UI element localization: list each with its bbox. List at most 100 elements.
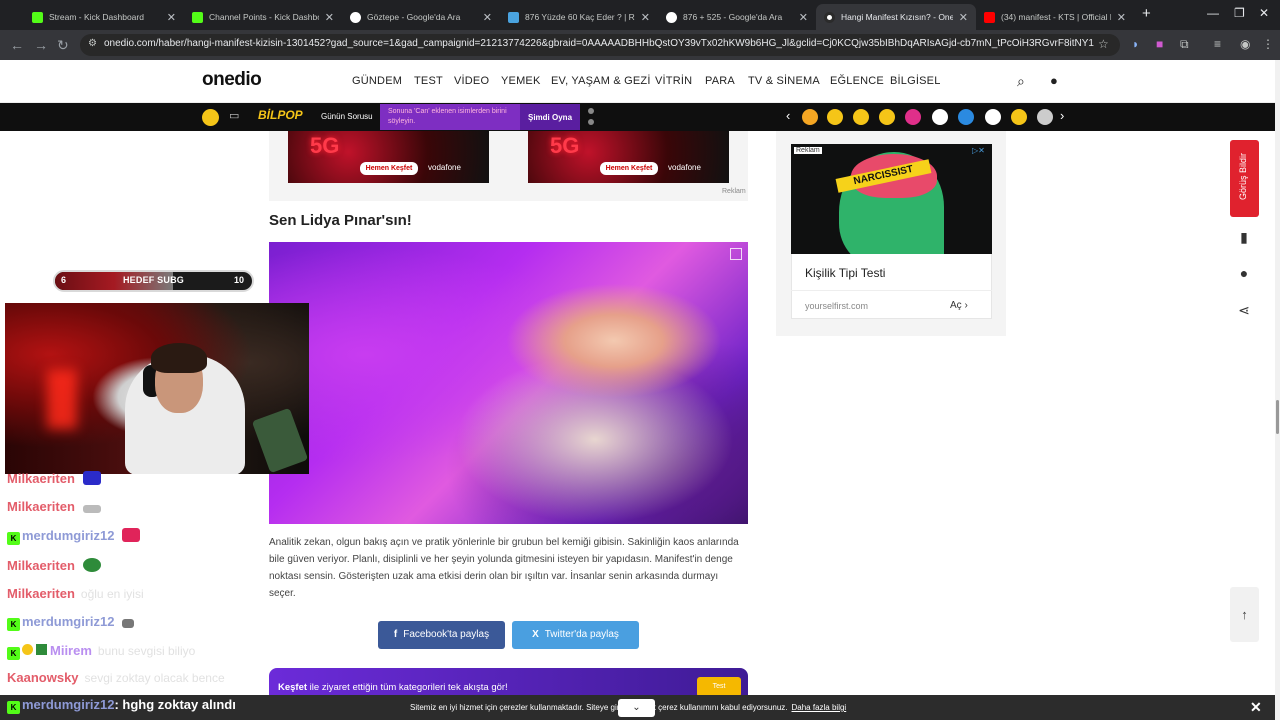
extensions-puzzle-icon[interactable]: ⧉: [1180, 37, 1189, 52]
chat-message-highlight: Kmerdumgiriz12: hghg zoktay alındı: [7, 697, 236, 714]
sidebar-ad-image[interactable]: NARCISSIST: [791, 144, 992, 254]
media-icon[interactable]: ≡: [1214, 37, 1221, 51]
nav-item-video[interactable]: VİDEO: [454, 75, 489, 87]
chevron-down-icon[interactable]: ⌄: [618, 699, 655, 717]
cookie-close-icon[interactable]: ✕: [1250, 699, 1262, 716]
category-icon[interactable]: [958, 109, 974, 125]
feedback-button[interactable]: Görüş Bildir: [1230, 140, 1259, 217]
facebook-share-button[interactable]: f Facebook'ta paylaş: [378, 621, 505, 649]
ad-5g-right[interactable]: 5G Hemen Keşfet vodafone: [528, 131, 729, 183]
sidebar-ad-open-button[interactable]: Aç ›: [950, 300, 968, 311]
close-tab-icon[interactable]: ✕: [1117, 11, 1126, 24]
sub-navigation: ▭ BİLPOP Günün Sorusu Sonuna 'Can' eklen…: [0, 103, 1275, 131]
top-ad-banner[interactable]: 5G Hemen Keşfet vodafone 5G Hemen Keşfet…: [269, 131, 748, 201]
close-tab-icon[interactable]: ✕: [325, 11, 334, 24]
kick-favicon-icon: [192, 11, 203, 23]
chevron-right-icon[interactable]: ›: [1060, 108, 1064, 123]
compass-icon[interactable]: [1037, 109, 1053, 125]
bilpop-logo[interactable]: BİLPOP: [258, 108, 303, 122]
browser-tab[interactable]: 876 + 525 - Google'da Ara ✕: [658, 4, 816, 30]
heart-eyes-emoji-icon[interactable]: [827, 109, 843, 125]
smile-emoji-icon[interactable]: [879, 109, 895, 125]
user-icon[interactable]: ●: [1050, 73, 1058, 88]
chat-message: Milkaeriten oğlu en iyisi: [7, 586, 144, 601]
sidebar-ad-domain: yourselfirst.com: [805, 301, 869, 311]
close-window-icon[interactable]: ✕: [1259, 6, 1269, 20]
browser-tab[interactable]: Göztepe - Google'da Ara ✕: [342, 4, 500, 30]
nav-item-eglence[interactable]: EĞLENCE: [830, 75, 884, 87]
nav-item-bilgisel[interactable]: BİLGİSEL: [890, 75, 941, 87]
nav-item-yemek[interactable]: YEMEK: [501, 75, 541, 87]
extension-icon[interactable]: ■: [1156, 37, 1163, 51]
video-icon[interactable]: ▭: [229, 109, 239, 122]
browser-tab[interactable]: Stream - Kick Dashboard ✕: [24, 4, 184, 30]
scrollbar[interactable]: [1275, 60, 1280, 720]
close-tab-icon[interactable]: ✕: [959, 11, 968, 24]
browser-tab[interactable]: 876 Yüzde 60 Kaç Eder ? | Rakam✕: [500, 4, 658, 30]
question-text: Sonuna 'Can' eklenen isimlerden birini s…: [388, 108, 507, 125]
close-tab-icon[interactable]: ✕: [167, 11, 176, 24]
chat-emote-icon: [82, 505, 101, 513]
play-now-button[interactable]: Şimdi Oyna: [520, 104, 580, 130]
new-tab-button[interactable]: +: [1142, 5, 1151, 22]
extension-icon[interactable]: ◗: [1132, 37, 1139, 51]
result-image: [269, 242, 748, 524]
expand-icon[interactable]: [730, 248, 742, 260]
search-icon[interactable]: ⌕: [1017, 73, 1025, 90]
back-icon[interactable]: ←: [10, 37, 24, 53]
emoji-reaction-icon[interactable]: [802, 109, 818, 125]
sad-emoji-icon[interactable]: [853, 109, 869, 125]
minimize-icon[interactable]: —: [1207, 6, 1219, 20]
ad-tag: Reklam: [794, 147, 822, 154]
ad-5g-left[interactable]: 5G Hemen Keşfet vodafone: [288, 131, 489, 183]
browser-tab[interactable]: Channel Points - Kick Dashboard✕: [184, 4, 342, 30]
x-icon: X: [532, 629, 539, 640]
browser-tab[interactable]: (34) manifest - KTS | Official Mu ✕: [976, 4, 1134, 30]
comments-icon[interactable]: ●: [1236, 265, 1252, 281]
twitter-share-button[interactable]: X Twitter'da paylaş: [512, 621, 639, 649]
url-text[interactable]: onedio.com/haber/hangi-manifest-kizisin-…: [104, 38, 1094, 49]
gift-badge-icon: [22, 644, 33, 655]
site-info-icon[interactable]: ⚙: [88, 38, 97, 49]
sidebar-ad-title[interactable]: Kişilik Tipi Testi: [805, 266, 885, 280]
browser-tab-active[interactable]: Hangi Manifest Kızısın? - Onedio✕: [816, 4, 976, 30]
chevron-left-icon[interactable]: ‹: [786, 108, 790, 123]
browser-tab-strip: Stream - Kick Dashboard ✕ Channel Points …: [0, 0, 1280, 30]
address-bar[interactable]: ⚙ onedio.com/haber/hangi-manifest-kizisi…: [80, 34, 1120, 56]
bookmark-star-icon[interactable]: ☆: [1098, 37, 1109, 51]
cookie-more-info-link[interactable]: Daha fazla bilgi: [792, 703, 847, 712]
menu-icon[interactable]: ⋮: [1262, 37, 1274, 51]
close-tab-icon[interactable]: ✕: [641, 11, 650, 24]
close-tab-icon[interactable]: ✕: [799, 11, 808, 24]
profile-icon[interactable]: ◉: [1240, 37, 1250, 51]
nav-item-vitrin[interactable]: VİTRİN: [655, 75, 692, 87]
maximize-icon[interactable]: ❐: [1234, 6, 1245, 20]
question-box[interactable]: Sonuna 'Can' eklenen isimlerden birini s…: [380, 104, 520, 130]
emoji-icon[interactable]: [202, 109, 219, 126]
ok-icon[interactable]: [985, 109, 1001, 125]
reload-icon[interactable]: ↻: [57, 37, 69, 53]
chat-emote-icon: [122, 619, 135, 628]
site-logo[interactable]: onedio: [202, 69, 262, 91]
category-icon[interactable]: [905, 109, 921, 125]
forward-icon[interactable]: →: [34, 37, 48, 53]
nav-item-test[interactable]: TEST: [414, 75, 443, 87]
nav-item-ev-yasam-gezi[interactable]: EV, YAŞAM & GEZİ: [551, 75, 651, 87]
chat-message: Kmerdumgiriz12: [7, 614, 135, 634]
plus-icon[interactable]: [932, 109, 948, 125]
scrollbar-thumb[interactable]: [1276, 400, 1279, 434]
divider: [791, 290, 992, 291]
chat-message: Milkaeriten: [7, 499, 101, 519]
bookmark-icon[interactable]: ▮: [1236, 229, 1252, 246]
share-icon[interactable]: ⋖: [1236, 302, 1252, 319]
close-tab-icon[interactable]: ✕: [483, 11, 492, 24]
site-header: onedio GÜNDEM TEST VİDEO YEMEK EV, YAŞAM…: [0, 60, 1275, 103]
nav-item-gundem[interactable]: GÜNDEM: [352, 75, 402, 87]
chat-message: Kmerdumgiriz12: [7, 528, 141, 548]
google-favicon-icon: [350, 11, 361, 23]
scroll-to-top-button[interactable]: ↑: [1230, 587, 1259, 642]
emoji-reaction-icon[interactable]: [1011, 109, 1027, 125]
adchoices-icon[interactable]: ▷✕: [972, 146, 985, 155]
nav-item-para[interactable]: PARA: [705, 75, 735, 87]
nav-item-tv-sinema[interactable]: TV & SİNEMA: [748, 75, 820, 87]
